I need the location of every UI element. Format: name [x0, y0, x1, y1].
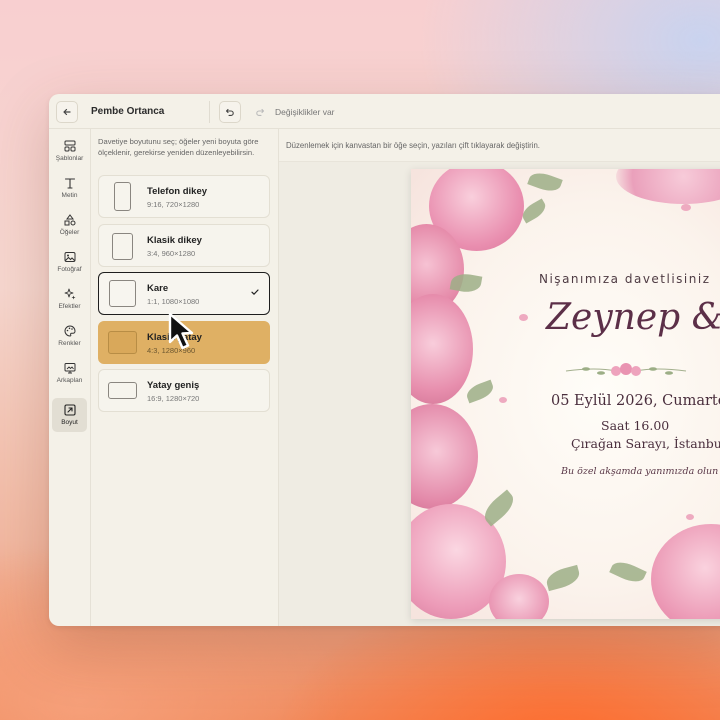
undo-icon	[225, 108, 234, 116]
divider	[209, 101, 210, 123]
hydrangea-flower	[411, 294, 473, 404]
redo-icon	[256, 108, 265, 116]
canvas-hint: Düzenlemek için kanvastan bir öğe seçin,…	[286, 141, 540, 150]
petal	[681, 204, 691, 211]
petal	[686, 514, 694, 520]
invitation-note[interactable]: Bu özel akşamda yanımızda olun	[561, 466, 720, 477]
sidebar-label: Arkaplan	[56, 377, 83, 384]
leaf	[527, 169, 563, 195]
arrow-left-icon	[63, 108, 71, 116]
tool-sidebar: Şablonlar Metin Öğeler Fotoğraf Efektler…	[49, 129, 91, 626]
sidebar-label: Öğeler	[59, 229, 80, 236]
hydrangea-flower	[411, 404, 478, 509]
size-option-name: Yatay geniş	[147, 380, 200, 391]
portrait-thumb	[112, 233, 133, 260]
sparkles-icon	[64, 288, 75, 300]
palette-icon	[64, 325, 76, 337]
hydrangea-flower	[651, 524, 720, 619]
invitation-date[interactable]: 05 Eylül 2026, Cumartesi	[551, 393, 720, 409]
square-thumb	[109, 280, 136, 307]
sidebar-label: Renkler	[58, 340, 81, 347]
sidebar-item-background[interactable]: Arkaplan	[52, 356, 87, 390]
image-icon	[64, 252, 75, 262]
editor-window: Pembe Ortanca Değişiklikler var Şablonla…	[49, 94, 720, 626]
shapes-icon	[64, 214, 75, 226]
size-option-name: Telefon dikey	[147, 186, 208, 197]
redo-button[interactable]	[249, 101, 271, 123]
size-option-spec: 16:9, 1280×720	[147, 394, 200, 403]
hydrangea-flower	[489, 574, 549, 619]
mouse-cursor-icon	[168, 312, 194, 350]
background-icon	[64, 363, 75, 374]
sidebar-label: Şablonlar	[55, 155, 84, 162]
top-bar: Pembe Ortanca Değişiklikler var	[49, 94, 720, 129]
leaf	[609, 557, 647, 587]
petal	[499, 397, 507, 403]
invitation-time[interactable]: Saat 16.00	[601, 418, 720, 433]
size-option-wide-landscape[interactable]: Yatay geniş 16:9, 1280×720	[98, 369, 270, 412]
sidebar-label: Metin	[61, 192, 78, 199]
leaf	[544, 564, 582, 592]
size-option-phone-portrait[interactable]: Telefon dikey 9:16, 720×1280	[98, 175, 270, 218]
sidebar-item-photo[interactable]: Fotoğraf	[52, 245, 87, 279]
petal	[519, 314, 528, 321]
text-icon	[64, 178, 75, 189]
sidebar-item-elements[interactable]: Öğeler	[52, 208, 87, 242]
landscape-thumb	[108, 331, 137, 354]
portrait-thumb	[114, 182, 131, 211]
landscape-thumb	[108, 382, 137, 399]
resize-icon	[63, 404, 76, 416]
size-option-square[interactable]: Kare 1:1, 1080×1080	[98, 272, 270, 315]
size-option-classic-portrait[interactable]: Klasik dikey 3:4, 960×1280	[98, 224, 270, 267]
sidebar-item-effects[interactable]: Efektler	[52, 282, 87, 316]
size-option-name: Kare	[147, 283, 169, 294]
size-panel: Davetiye boyutunu seç; öğeler yeni boyut…	[91, 129, 279, 626]
back-button[interactable]	[56, 101, 78, 123]
sidebar-label: Boyut	[61, 419, 78, 426]
unsaved-status: Değişiklikler var	[275, 107, 335, 117]
undo-button[interactable]	[219, 101, 241, 123]
sidebar-label: Efektler	[58, 303, 81, 310]
sidebar-item-size[interactable]: Boyut	[52, 398, 87, 432]
leaf	[464, 379, 496, 404]
size-option-name: Klasik dikey	[147, 235, 202, 246]
checkmark-icon	[251, 289, 259, 295]
sidebar-item-text[interactable]: Metin	[52, 171, 87, 205]
size-option-spec: 1:1, 1080×1080	[147, 297, 200, 306]
sidebar-item-templates[interactable]: Şablonlar	[52, 134, 87, 168]
panel-description: Davetiye boyutunu seç; öğeler yeni boyut…	[98, 137, 259, 157]
hydrangea-flower	[616, 169, 720, 204]
size-option-spec: 9:16, 720×1280	[147, 200, 200, 209]
invitation-canvas[interactable]: Nişanımıza davetlisiniz Zeynep & Can 05 …	[411, 169, 720, 619]
floral-ornament	[565, 363, 687, 376]
sidebar-label: Fotoğraf	[57, 266, 82, 273]
size-option-spec: 3:4, 960×1280	[147, 249, 196, 258]
sidebar-item-colors[interactable]: Renkler	[52, 319, 87, 353]
invitation-subtitle[interactable]: Nişanımıza davetlisiniz	[539, 272, 720, 286]
invitation-place[interactable]: Çırağan Sarayı, İstanbul	[571, 436, 720, 451]
divider	[279, 161, 720, 162]
templates-icon	[64, 140, 75, 152]
document-title: Pembe Ortanca	[91, 106, 165, 117]
invitation-names[interactable]: Zeynep & Can	[546, 297, 720, 338]
